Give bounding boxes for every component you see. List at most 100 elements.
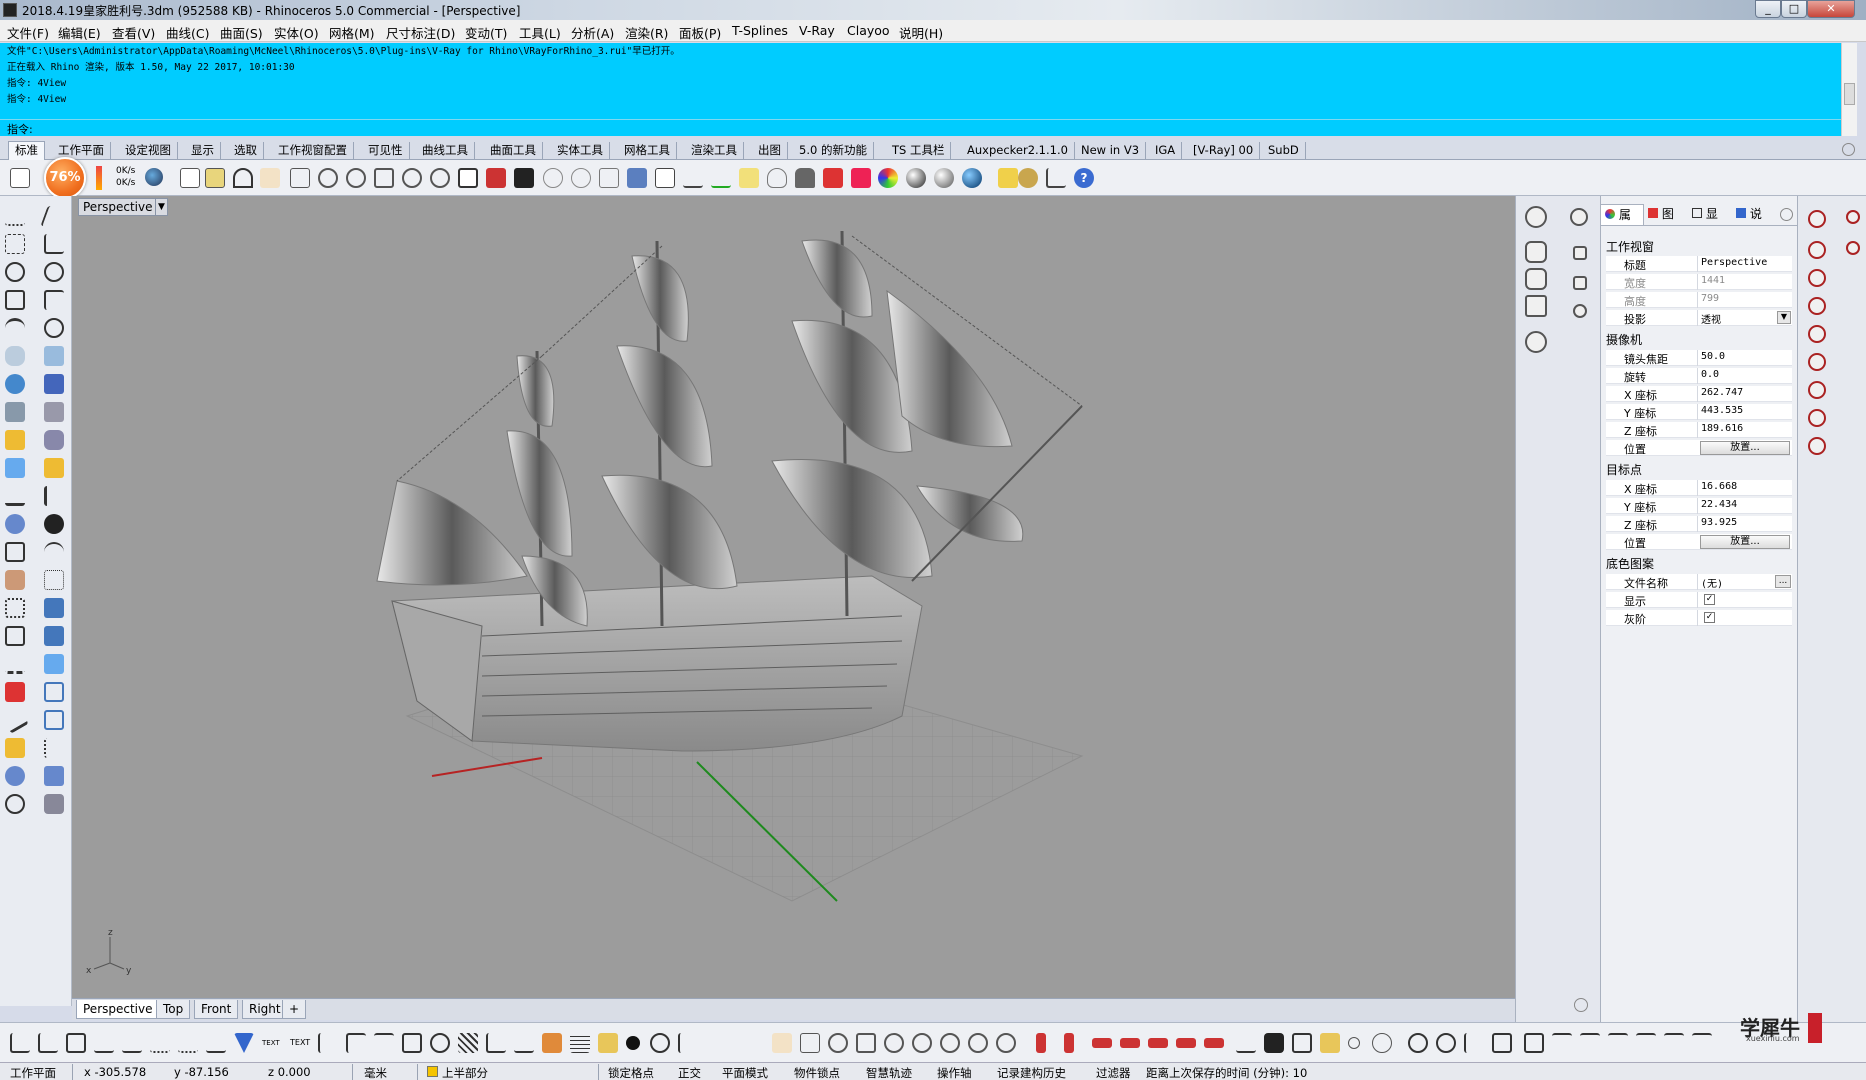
tab-render-tools[interactable]: 渲染工具 xyxy=(685,142,744,159)
command-prompt-input[interactable]: 指令: xyxy=(0,119,1841,136)
browse-button[interactable]: ... xyxy=(1775,575,1791,588)
user-avatar-icon[interactable] xyxy=(5,570,25,590)
move-view-icon[interactable] xyxy=(290,168,310,188)
tab-visibility[interactable]: 可见性 xyxy=(362,142,410,159)
check-icon[interactable] xyxy=(1,706,29,734)
four-view-icon[interactable] xyxy=(458,168,478,188)
circle-icon[interactable] xyxy=(5,262,25,282)
tab-viewport-layout[interactable]: 工作视窗配置 xyxy=(272,142,354,159)
snap-center-icon[interactable] xyxy=(122,1033,142,1053)
tab-drafting[interactable]: 出图 xyxy=(752,142,788,159)
tab-vray[interactable]: [V-Ray] 00 xyxy=(1187,142,1261,159)
group-icon[interactable] xyxy=(44,626,64,646)
dim-linear-icon[interactable] xyxy=(374,1033,394,1053)
prop-row-focal-length[interactable]: 镜头焦距 50.0 xyxy=(1606,350,1792,366)
surface-edit-icon[interactable] xyxy=(44,346,64,366)
rectangle-icon[interactable] xyxy=(5,290,25,310)
prop-row-camera-x[interactable]: X 座标 262.747 xyxy=(1606,386,1792,402)
prop-row-wallpaper-file[interactable]: 文件名称 (无)... xyxy=(1606,574,1792,590)
place-camera-button[interactable]: 放置... xyxy=(1700,441,1790,455)
revolve-icon[interactable] xyxy=(650,1033,670,1053)
toggle-record-history[interactable]: 记录建构历史 xyxy=(997,1065,1066,1080)
cap-icon[interactable] xyxy=(5,766,25,786)
crosshair-icon[interactable] xyxy=(1408,1033,1428,1053)
annotation-icon[interactable] xyxy=(486,1033,506,1053)
place-target-button[interactable]: 放置... xyxy=(1700,535,1790,549)
cog-icon[interactable] xyxy=(5,794,25,814)
extrude-icon[interactable] xyxy=(5,402,25,422)
performance-badge[interactable]: 76% xyxy=(44,157,86,199)
menu-tools[interactable]: 工具(L) xyxy=(519,23,561,42)
teapot-icon[interactable] xyxy=(1525,241,1547,263)
vray-small-icon[interactable] xyxy=(1570,208,1588,226)
prop-row-title[interactable]: 标题 Perspective xyxy=(1606,256,1792,272)
toggle-smart-track[interactable]: 智慧轨迹 xyxy=(866,1065,912,1080)
move-icon[interactable] xyxy=(800,1033,820,1053)
car-4-icon[interactable] xyxy=(1176,1038,1196,1048)
paint-icon[interactable] xyxy=(5,738,25,758)
blend-icon[interactable] xyxy=(44,794,64,814)
asset-icon[interactable] xyxy=(1573,246,1587,260)
rotate-icon[interactable] xyxy=(44,486,64,506)
tab-front[interactable]: Front xyxy=(194,1000,239,1019)
box-icon[interactable] xyxy=(44,374,64,394)
snap-icon[interactable] xyxy=(44,738,64,758)
black-dot-icon[interactable] xyxy=(626,1036,640,1050)
menu-analyze[interactable]: 分析(A) xyxy=(571,23,614,42)
zoom-all-icon[interactable] xyxy=(884,1033,904,1053)
zoom-in-icon[interactable] xyxy=(828,1033,848,1053)
airplane-icon[interactable] xyxy=(1580,1033,1600,1053)
zoom-extents-icon[interactable] xyxy=(374,168,394,188)
options-gear-icon[interactable] xyxy=(1018,168,1038,188)
control-points-icon[interactable] xyxy=(44,570,64,590)
chevron-down-icon[interactable]: ▼ xyxy=(1777,311,1791,324)
search-icon[interactable] xyxy=(1372,1033,1392,1053)
red-pin-2-icon[interactable] xyxy=(1064,1033,1074,1053)
menu-edit[interactable]: 编辑(E) xyxy=(58,23,101,42)
zoom-selected-icon[interactable] xyxy=(402,168,422,188)
boolean-icon[interactable] xyxy=(5,514,25,534)
undo-icon[interactable] xyxy=(233,168,253,188)
zoom-1-1-icon[interactable] xyxy=(996,1033,1016,1053)
camera-icon[interactable] xyxy=(1264,1033,1284,1053)
toggle-gumball[interactable]: 操作轴 xyxy=(937,1065,972,1080)
snap-tan-icon[interactable] xyxy=(206,1033,226,1053)
zoom-out-icon[interactable] xyxy=(968,1033,988,1053)
solid-icon[interactable] xyxy=(5,374,25,394)
tab-ts-toolbar[interactable]: TS 工具栏 xyxy=(886,142,952,159)
prop-row-camera-y[interactable]: Y 座标 443.535 xyxy=(1606,404,1792,420)
droplet-icon[interactable] xyxy=(1808,241,1826,259)
prop-row-rotation[interactable]: 旋转 0.0 xyxy=(1606,368,1792,384)
circle-tool-icon[interactable] xyxy=(571,168,591,188)
pan-hand-icon[interactable] xyxy=(260,168,280,188)
layout-tool-icon[interactable] xyxy=(1236,1033,1256,1053)
text-icon[interactable]: TEXT xyxy=(262,1033,282,1053)
dim-aligned-icon[interactable] xyxy=(402,1033,422,1053)
copy-icon[interactable] xyxy=(180,168,200,188)
pencil-icon[interactable] xyxy=(683,168,703,188)
polyline-icon[interactable] xyxy=(5,234,25,254)
car-icon[interactable] xyxy=(1092,1038,1112,1048)
menu-transform[interactable]: 变动(T) xyxy=(465,23,507,42)
menu-solid[interactable]: 实体(O) xyxy=(274,23,319,42)
plane-icon[interactable] xyxy=(1692,1033,1712,1053)
tab-auxpecker[interactable]: Auxpecker2.1.1.0 xyxy=(961,142,1075,159)
lock-icon[interactable] xyxy=(795,168,815,188)
tab-right[interactable]: Right xyxy=(242,1000,288,1019)
toggle-planar[interactable]: 平面模式 xyxy=(722,1065,768,1080)
tab-subd[interactable]: SubD xyxy=(1262,142,1306,159)
red-dot-icon[interactable] xyxy=(1846,210,1860,224)
tab-select[interactable]: 选取 xyxy=(228,142,264,159)
layer-color-swatch[interactable] xyxy=(427,1066,438,1077)
tab-perspective[interactable]: Perspective xyxy=(76,1000,160,1019)
camera-icon[interactable] xyxy=(1573,304,1587,318)
droplet-small-icon[interactable] xyxy=(1846,241,1860,255)
gear-icon[interactable] xyxy=(1842,143,1855,156)
tab-layers[interactable]: 图 xyxy=(1644,204,1688,225)
tab-new-in-v3[interactable]: New in V3 xyxy=(1075,142,1147,159)
status-cplane[interactable]: 工作平面 xyxy=(10,1065,56,1080)
perspective-viewport[interactable] xyxy=(72,196,1515,998)
prop-row-projection[interactable]: 投影 透视 ▼ xyxy=(1606,310,1792,326)
prop-row-camera-z[interactable]: Z 座标 189.616 xyxy=(1606,422,1792,438)
layout-icon[interactable] xyxy=(44,682,64,702)
